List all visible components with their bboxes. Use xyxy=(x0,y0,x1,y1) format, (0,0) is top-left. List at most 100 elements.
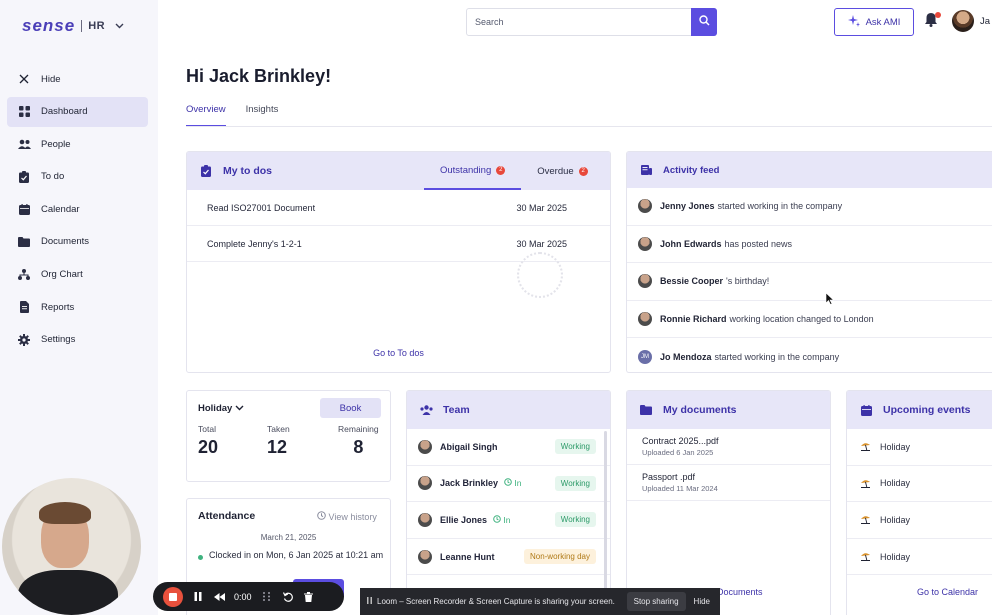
rewind-icon[interactable] xyxy=(213,591,225,603)
todos-header: My to dos Outstanding 2 Overdue 2 xyxy=(187,152,610,190)
activity-feed-card: Activity feed Jenny Jones started workin… xyxy=(626,151,992,373)
activity-text: working location changed to London xyxy=(729,314,874,325)
team-header: Team xyxy=(407,391,610,429)
holiday-type-select[interactable]: Holiday xyxy=(198,403,244,414)
activity-item[interactable]: Bessie Cooper 's birthday! xyxy=(627,263,992,301)
top-bar: Ask AMI Ja xyxy=(158,0,992,44)
documents-header: My documents xyxy=(627,391,830,429)
activity-title: Activity feed xyxy=(663,164,720,176)
go-to-documents-link[interactable]: Documents xyxy=(717,587,763,597)
user-name[interactable]: Ja xyxy=(980,16,990,27)
logo-product: HR xyxy=(88,20,106,32)
status-badge: Working xyxy=(554,439,596,455)
activity-item[interactable]: JM Jo Mendoza started working in the com… xyxy=(627,338,992,372)
event-item[interactable]: Holiday xyxy=(847,466,992,503)
hide-sharing-bar-button[interactable]: Hide xyxy=(694,597,710,606)
sidebar-item-hide[interactable]: Hide xyxy=(7,64,148,94)
activity-text: started working in the company xyxy=(717,201,843,212)
activity-item[interactable]: Jenny Jones started working in the compa… xyxy=(627,188,992,226)
document-name: Contract 2025...pdf xyxy=(642,436,719,446)
close-icon xyxy=(17,72,31,86)
calendar-icon xyxy=(859,403,873,417)
go-to-calendar-link[interactable]: Go to Calendar xyxy=(917,587,978,597)
recording-timer: 0:00 xyxy=(234,591,252,602)
avatar xyxy=(418,512,432,527)
activity-person: Jo Mendoza xyxy=(660,351,712,362)
ask-ami-button[interactable]: Ask AMI xyxy=(834,8,914,36)
holiday-card: Holiday Book Total 20 Taken 12 Remaining… xyxy=(186,390,391,482)
team-member-name: Jack Brinkley xyxy=(440,478,499,489)
sidebar-item-todo[interactable]: To do xyxy=(7,162,148,192)
clocked-in-label: In xyxy=(503,514,511,525)
pause-icon[interactable] xyxy=(192,591,204,603)
app-logo[interactable]: sense HR xyxy=(22,16,124,36)
count-badge: 2 xyxy=(578,166,588,176)
user-avatar[interactable] xyxy=(952,10,974,32)
go-to-todos-link[interactable]: Go to To dos xyxy=(187,348,610,358)
team-member-row[interactable]: Leanne Hunt Non-working day xyxy=(407,539,610,576)
sidebar-item-calendar[interactable]: Calendar xyxy=(7,194,148,224)
tab-outstanding[interactable]: Outstanding 2 xyxy=(424,152,522,190)
webcam-bubble[interactable] xyxy=(2,478,141,615)
attendance-status: Clocked in on Mon, 6 Jan 2025 at 10:21 a… xyxy=(209,550,384,560)
stat-value: 8 xyxy=(353,437,364,457)
team-member-row[interactable]: Jack Brinkley In Working xyxy=(407,466,610,503)
sidebar-item-settings[interactable]: Settings xyxy=(7,325,148,355)
todos-card: My to dos Outstanding 2 Overdue 2 Read I… xyxy=(186,151,611,373)
tab-overdue[interactable]: Overdue 2 xyxy=(521,152,603,190)
sidebar-item-label: Settings xyxy=(41,334,76,346)
sidebar-item-label: To do xyxy=(41,171,65,183)
sidebar-nav: Hide Dashboard People To do Calendar Doc… xyxy=(7,64,148,357)
feed-icon xyxy=(639,163,653,177)
team-card: Team Abigail Singh Working Jack Brinkley… xyxy=(406,390,611,615)
avatar-initials: JM xyxy=(638,349,652,364)
team-scrollbar[interactable] xyxy=(604,431,607,591)
status-dot xyxy=(198,555,203,560)
trash-icon[interactable] xyxy=(303,591,315,603)
chevron-down-icon xyxy=(235,403,244,414)
chevron-down-icon[interactable] xyxy=(115,21,124,32)
sidebar-item-documents[interactable]: Documents xyxy=(7,227,148,257)
drag-handle-icon[interactable] xyxy=(261,591,273,603)
tab-insights[interactable]: Insights xyxy=(246,104,279,127)
stop-recording-button[interactable] xyxy=(163,586,183,607)
count-badge: 2 xyxy=(496,165,506,175)
attendance-date: March 21, 2025 xyxy=(260,533,317,542)
logo-separator xyxy=(81,20,83,32)
restart-icon[interactable] xyxy=(282,591,294,603)
pause-icon xyxy=(367,597,372,606)
book-button[interactable]: Book xyxy=(320,398,381,418)
beach-umbrella-icon xyxy=(860,478,870,488)
notifications-bell-icon[interactable] xyxy=(924,12,941,28)
activity-item[interactable]: Ronnie Richard working location changed … xyxy=(627,301,992,339)
sidebar-item-label: Dashboard xyxy=(41,106,88,118)
search-button[interactable] xyxy=(691,8,717,36)
todo-row[interactable]: Read ISO27001 Document 30 Mar 2025 xyxy=(187,190,610,226)
folder-icon xyxy=(17,235,31,249)
beach-umbrella-icon xyxy=(860,442,870,452)
search-input[interactable] xyxy=(467,9,690,35)
logo-wordmark: sense xyxy=(22,16,76,35)
document-item[interactable]: Passport .pdf Uploaded 11 Mar 2024 xyxy=(627,465,830,501)
sidebar-item-people[interactable]: People xyxy=(7,129,148,159)
activity-item[interactable]: John Edwards has posted news xyxy=(627,226,992,264)
activity-person: Bessie Cooper xyxy=(660,276,724,287)
sidebar-item-org-chart[interactable]: Org Chart xyxy=(7,260,148,290)
tab-overview[interactable]: Overview xyxy=(186,104,226,127)
stop-sharing-button[interactable]: Stop sharing xyxy=(626,592,686,611)
team-member-row[interactable]: Ellie Jones In Working xyxy=(407,502,610,539)
sidebar-item-label: Calendar xyxy=(41,203,80,215)
event-label: Holiday xyxy=(880,478,911,489)
loading-spinner xyxy=(517,252,563,298)
event-item[interactable]: Holiday xyxy=(847,502,992,539)
sidebar-item-dashboard[interactable]: Dashboard xyxy=(7,96,148,127)
sharing-message: Loom – Screen Recorder & Screen Capture … xyxy=(377,597,615,606)
event-item[interactable]: Holiday xyxy=(847,429,992,466)
team-member-row[interactable]: Abigail Singh Working xyxy=(407,429,610,466)
event-item[interactable]: Holiday xyxy=(847,539,992,576)
notification-badge xyxy=(935,12,941,18)
view-history-link[interactable]: View history xyxy=(317,511,377,522)
document-item[interactable]: Contract 2025...pdf Uploaded 6 Jan 2025 xyxy=(627,429,830,465)
clocked-in-indicator: In xyxy=(493,514,511,525)
sidebar-item-reports[interactable]: Reports xyxy=(7,292,148,322)
